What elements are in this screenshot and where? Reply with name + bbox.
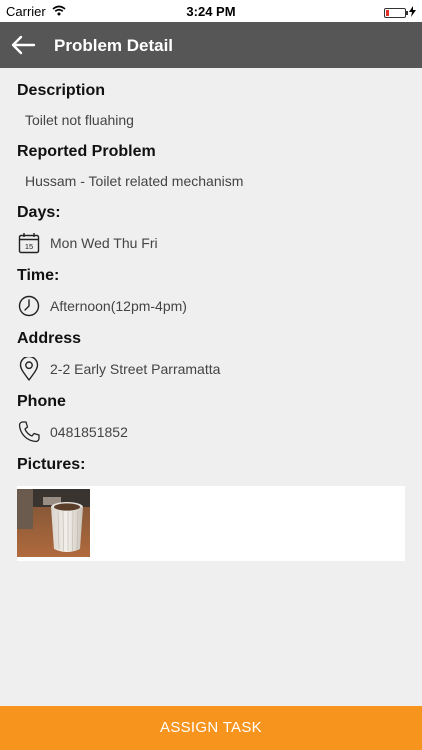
time-value: Afternoon(12pm-4pm) — [50, 298, 187, 314]
time-label: Time: — [17, 267, 60, 284]
reported-problem-value: Hussam - Toilet related mechanism — [25, 173, 244, 189]
battery-icon — [384, 8, 408, 18]
pictures-strip — [17, 486, 405, 561]
address-value: 2-2 Early Street Parramatta — [50, 361, 221, 377]
back-button[interactable] — [10, 33, 36, 57]
description-label: Description — [17, 82, 106, 99]
arrow-left-icon — [10, 35, 36, 61]
status-bar: Carrier 3:24 PM — [0, 0, 422, 22]
navigation-bar: Problem Detail — [0, 22, 422, 68]
phone-icon — [17, 420, 41, 444]
phone-row: 0481851852 — [17, 419, 405, 445]
picture-thumbnail[interactable] — [17, 489, 90, 557]
location-pin-icon — [17, 357, 41, 381]
phone-label: Phone — [17, 393, 66, 410]
address-label: Address — [17, 330, 82, 347]
address-row: 2-2 Early Street Parramatta — [17, 356, 405, 382]
page-title: Problem Detail — [54, 36, 174, 55]
reported-problem-label: Reported Problem — [17, 143, 156, 160]
calendar-icon: 15 — [17, 231, 41, 255]
time-row: Afternoon(12pm-4pm) — [17, 293, 405, 319]
days-label: Days: — [17, 204, 61, 221]
status-right — [384, 4, 416, 22]
phone-value[interactable]: 0481851852 — [50, 424, 128, 440]
days-value: Mon Wed Thu Fri — [50, 235, 158, 251]
assign-task-button[interactable]: ASSIGN TASK — [0, 706, 422, 750]
clock-icon — [17, 294, 41, 318]
calendar-day-number: 15 — [25, 242, 33, 251]
pictures-label: Pictures: — [17, 456, 86, 473]
description-value: Toilet not fluahing — [25, 112, 134, 128]
days-row: 15 Mon Wed Thu Fri — [17, 230, 405, 256]
problem-detail-content: Description Toilet not fluahing Reported… — [17, 80, 405, 561]
status-time: 3:24 PM — [186, 4, 236, 19]
charging-icon — [409, 4, 416, 22]
